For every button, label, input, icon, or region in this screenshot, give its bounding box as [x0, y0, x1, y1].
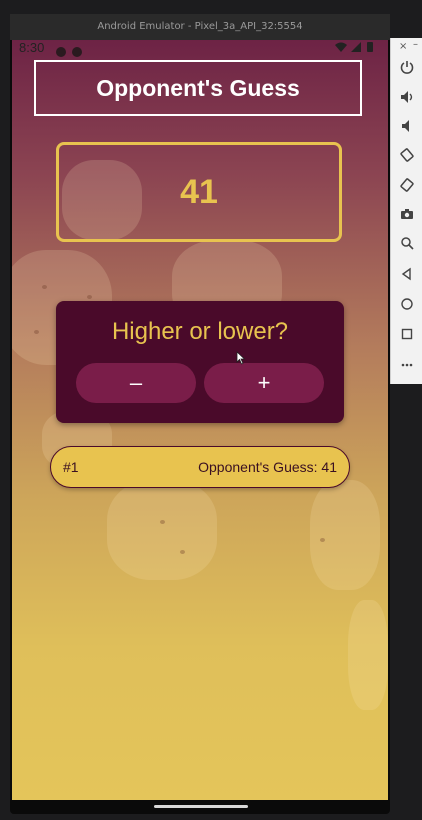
notification-icon — [56, 47, 66, 57]
status-bar: 8:30 — [12, 40, 388, 57]
more-icon[interactable] — [397, 358, 417, 378]
lower-button[interactable]: – — [76, 363, 196, 403]
rotate-right-icon[interactable] — [397, 178, 417, 198]
minimize-icon[interactable]: – — [413, 39, 418, 50]
mouse-cursor-icon — [236, 351, 246, 365]
zoom-icon[interactable] — [397, 236, 417, 256]
back-icon[interactable] — [397, 267, 417, 287]
wifi-signal-battery-icon — [335, 42, 373, 52]
background-blob — [348, 600, 388, 710]
background-speck — [42, 285, 47, 289]
rotate-left-icon[interactable] — [397, 148, 417, 168]
background-blob — [107, 480, 217, 580]
home-indicator[interactable] — [154, 805, 248, 808]
background-speck — [320, 538, 325, 542]
power-icon[interactable] — [397, 60, 417, 80]
overview-icon[interactable] — [397, 327, 417, 347]
opponent-guess-display: 41 — [56, 142, 342, 242]
status-system-icons — [334, 41, 378, 56]
higher-lower-prompt: Higher or lower? — [111, 318, 289, 345]
emulator-toolbar: × – — [390, 38, 422, 384]
notification-icon — [72, 47, 82, 57]
background-speck — [180, 550, 185, 554]
status-notification-icons — [56, 42, 88, 61]
volume-down-icon[interactable] — [397, 119, 417, 139]
background-speck — [87, 295, 92, 299]
page-title: Opponent's Guess — [34, 60, 362, 116]
app-screen: 8:30 Opponent's Guess 41 Higher or lower… — [12, 40, 388, 800]
volume-up-icon[interactable] — [397, 90, 417, 110]
guess-number: 41 — [180, 172, 218, 211]
log-guess-text: Opponent's Guess: 41 — [198, 459, 337, 475]
camera-icon[interactable] — [397, 207, 417, 227]
higher-lower-card: Higher or lower? – + — [56, 301, 344, 423]
guess-log-item: #1 Opponent's Guess: 41 — [50, 446, 350, 488]
status-time: 8:30 — [19, 40, 45, 55]
background-speck — [34, 330, 39, 334]
home-icon[interactable] — [397, 297, 417, 317]
higher-button[interactable]: + — [204, 363, 324, 403]
log-round-number: #1 — [63, 459, 79, 475]
background-blob — [310, 480, 380, 590]
close-icon[interactable]: × — [399, 41, 407, 52]
background-speck — [160, 520, 165, 524]
emulator-title: Android Emulator - Pixel_3a_API_32:5554 — [10, 14, 390, 40]
